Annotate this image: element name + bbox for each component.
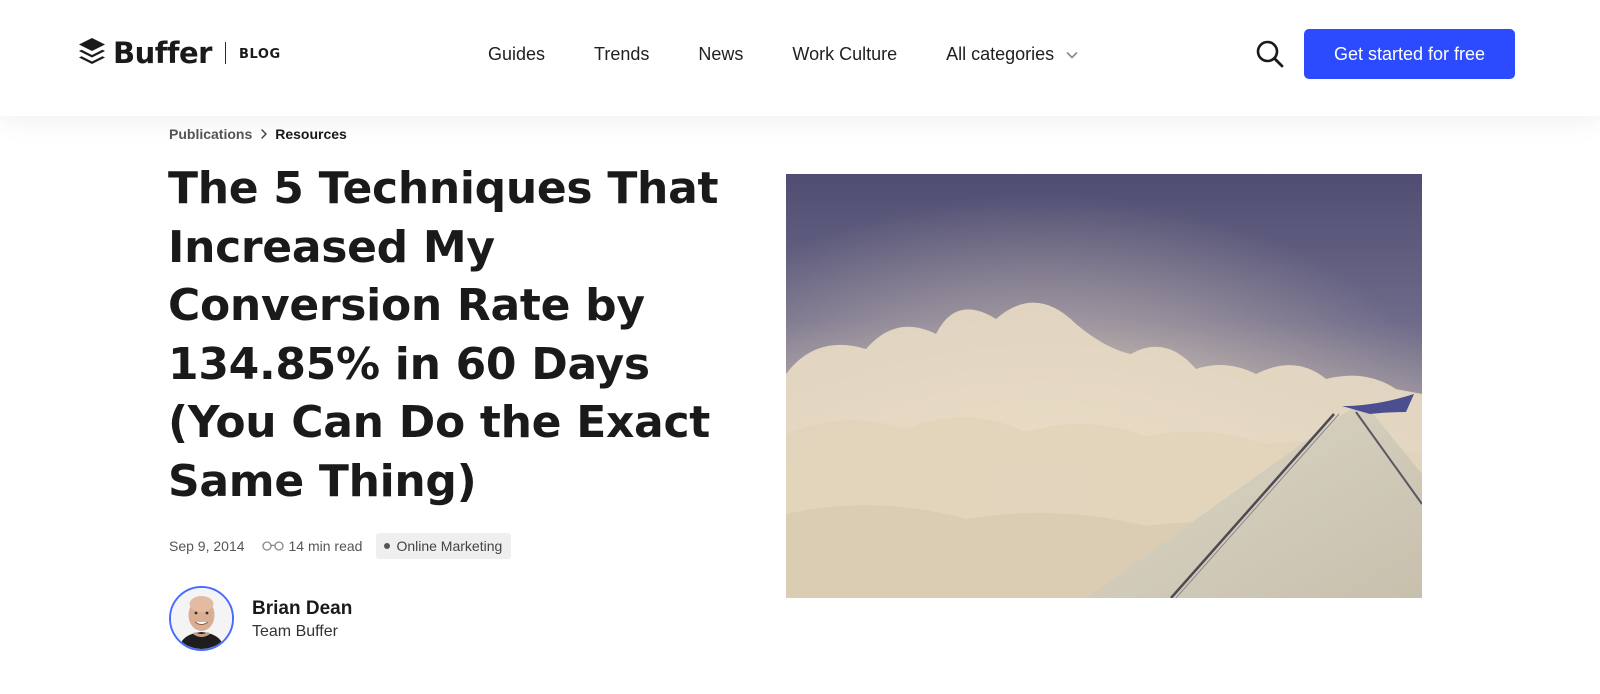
nav-item-news[interactable]: News: [698, 44, 743, 65]
avatar[interactable]: [169, 586, 234, 651]
category-tag-label: Online Marketing: [396, 538, 503, 554]
nav-item-all-categories-label: All categories: [946, 43, 1055, 64]
author-team: Team Buffer: [252, 623, 338, 640]
glasses-icon: [261, 541, 284, 551]
hero-image: [786, 174, 1422, 598]
read-time-label: 14 min read: [288, 538, 363, 554]
article-title: The 5 Techniques That Increased My Conve…: [168, 163, 719, 507]
author-name[interactable]: Brian Dean: [252, 598, 352, 620]
nav-item-trends[interactable]: Trends: [594, 44, 649, 65]
logo-divider: [224, 42, 226, 64]
category-tag[interactable]: Online Marketing: [376, 533, 512, 559]
publish-date: Sep 9, 2014: [169, 538, 245, 554]
logo-wordmark: Buffer: [113, 35, 212, 70]
chevron-right-icon: [261, 129, 267, 139]
author-photo: [171, 588, 232, 649]
breadcrumb-publications[interactable]: Publications: [169, 126, 252, 142]
nav-item-all-categories[interactable]: All categories: [946, 44, 1080, 65]
breadcrumb-resources[interactable]: Resources: [275, 126, 347, 142]
nav-item-work-culture[interactable]: Work Culture: [792, 44, 897, 65]
site-header: Buffer BLOG Guides Trends News Work Cult…: [0, 0, 1600, 116]
breadcrumb: Publications Resources: [169, 126, 347, 142]
buffer-stack-icon: [79, 38, 105, 64]
read-time: 14 min read: [261, 538, 363, 554]
get-started-button[interactable]: Get started for free: [1304, 29, 1515, 79]
main-nav: Guides Trends News Work Culture All cate…: [488, 42, 1080, 66]
article-meta: Sep 9, 2014 14 min read Online Marketing: [169, 533, 512, 559]
logo-section-label: BLOG: [238, 47, 281, 62]
tag-dot: [384, 543, 391, 549]
chevron-down-icon: [1066, 52, 1078, 59]
buffer-logo[interactable]: Buffer BLOG: [77, 36, 281, 70]
nav-item-guides[interactable]: Guides: [488, 44, 545, 65]
search-icon[interactable]: [1254, 38, 1286, 70]
